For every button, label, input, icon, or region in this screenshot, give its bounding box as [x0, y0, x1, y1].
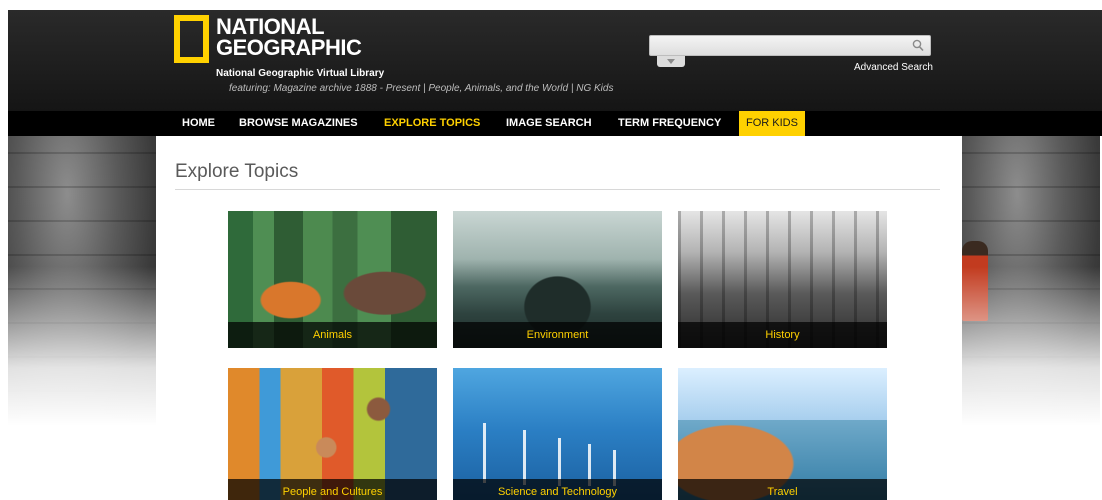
left-decorative-image: [8, 136, 156, 426]
featuring-tagline: featuring: Magazine archive 1888 - Prese…: [229, 83, 614, 94]
ng-logo-wordmark[interactable]: NATIONAL GEOGRAPHIC: [216, 14, 362, 60]
topic-label: Science and Technology: [453, 479, 662, 500]
chevron-down-icon: [667, 59, 675, 64]
ng-logo-frame-icon[interactable]: [174, 15, 209, 63]
search-box: [649, 35, 931, 56]
topic-label: History: [678, 322, 887, 348]
topic-label: People and Cultures: [228, 479, 437, 500]
nav-explore-topics[interactable]: EXPLORE TOPICS: [384, 111, 480, 136]
topic-tile-environment[interactable]: Environment: [453, 211, 662, 348]
search-icon[interactable]: [912, 39, 924, 52]
nav-term-frequency[interactable]: TERM FREQUENCY: [618, 111, 721, 136]
nav-home[interactable]: HOME: [182, 111, 215, 136]
main-content: Explore Topics Animals Environment Histo…: [158, 136, 962, 500]
right-decorative-image: [962, 136, 1100, 426]
title-divider: [175, 189, 940, 190]
topic-tile-history[interactable]: History: [678, 211, 887, 348]
search-options-toggle[interactable]: [657, 56, 685, 67]
site-header: NATIONAL GEOGRAPHIC National Geographic …: [8, 10, 1102, 111]
main-nav: HOME BROWSE MAGAZINES EXPLORE TOPICS IMA…: [8, 111, 1102, 136]
search-input[interactable]: [654, 38, 904, 53]
library-title: National Geographic Virtual Library: [216, 68, 385, 79]
nav-browse-magazines[interactable]: BROWSE MAGAZINES: [239, 111, 358, 136]
topic-label: Travel: [678, 479, 887, 500]
topic-tile-people-and-cultures[interactable]: People and Cultures: [228, 368, 437, 500]
topic-label: Animals: [228, 322, 437, 348]
topic-tile-travel[interactable]: Travel: [678, 368, 887, 500]
page-title: Explore Topics: [175, 161, 299, 182]
topic-tile-science-and-technology[interactable]: Science and Technology: [453, 368, 662, 500]
topic-tile-animals[interactable]: Animals: [228, 211, 437, 348]
nav-image-search[interactable]: IMAGE SEARCH: [506, 111, 592, 136]
topic-label: Environment: [453, 322, 662, 348]
logo-line-2: GEOGRAPHIC: [216, 35, 362, 60]
logo-line-1: NATIONAL: [216, 14, 325, 39]
advanced-search-link[interactable]: Advanced Search: [854, 62, 933, 73]
nav-for-kids[interactable]: FOR KIDS: [739, 111, 805, 136]
